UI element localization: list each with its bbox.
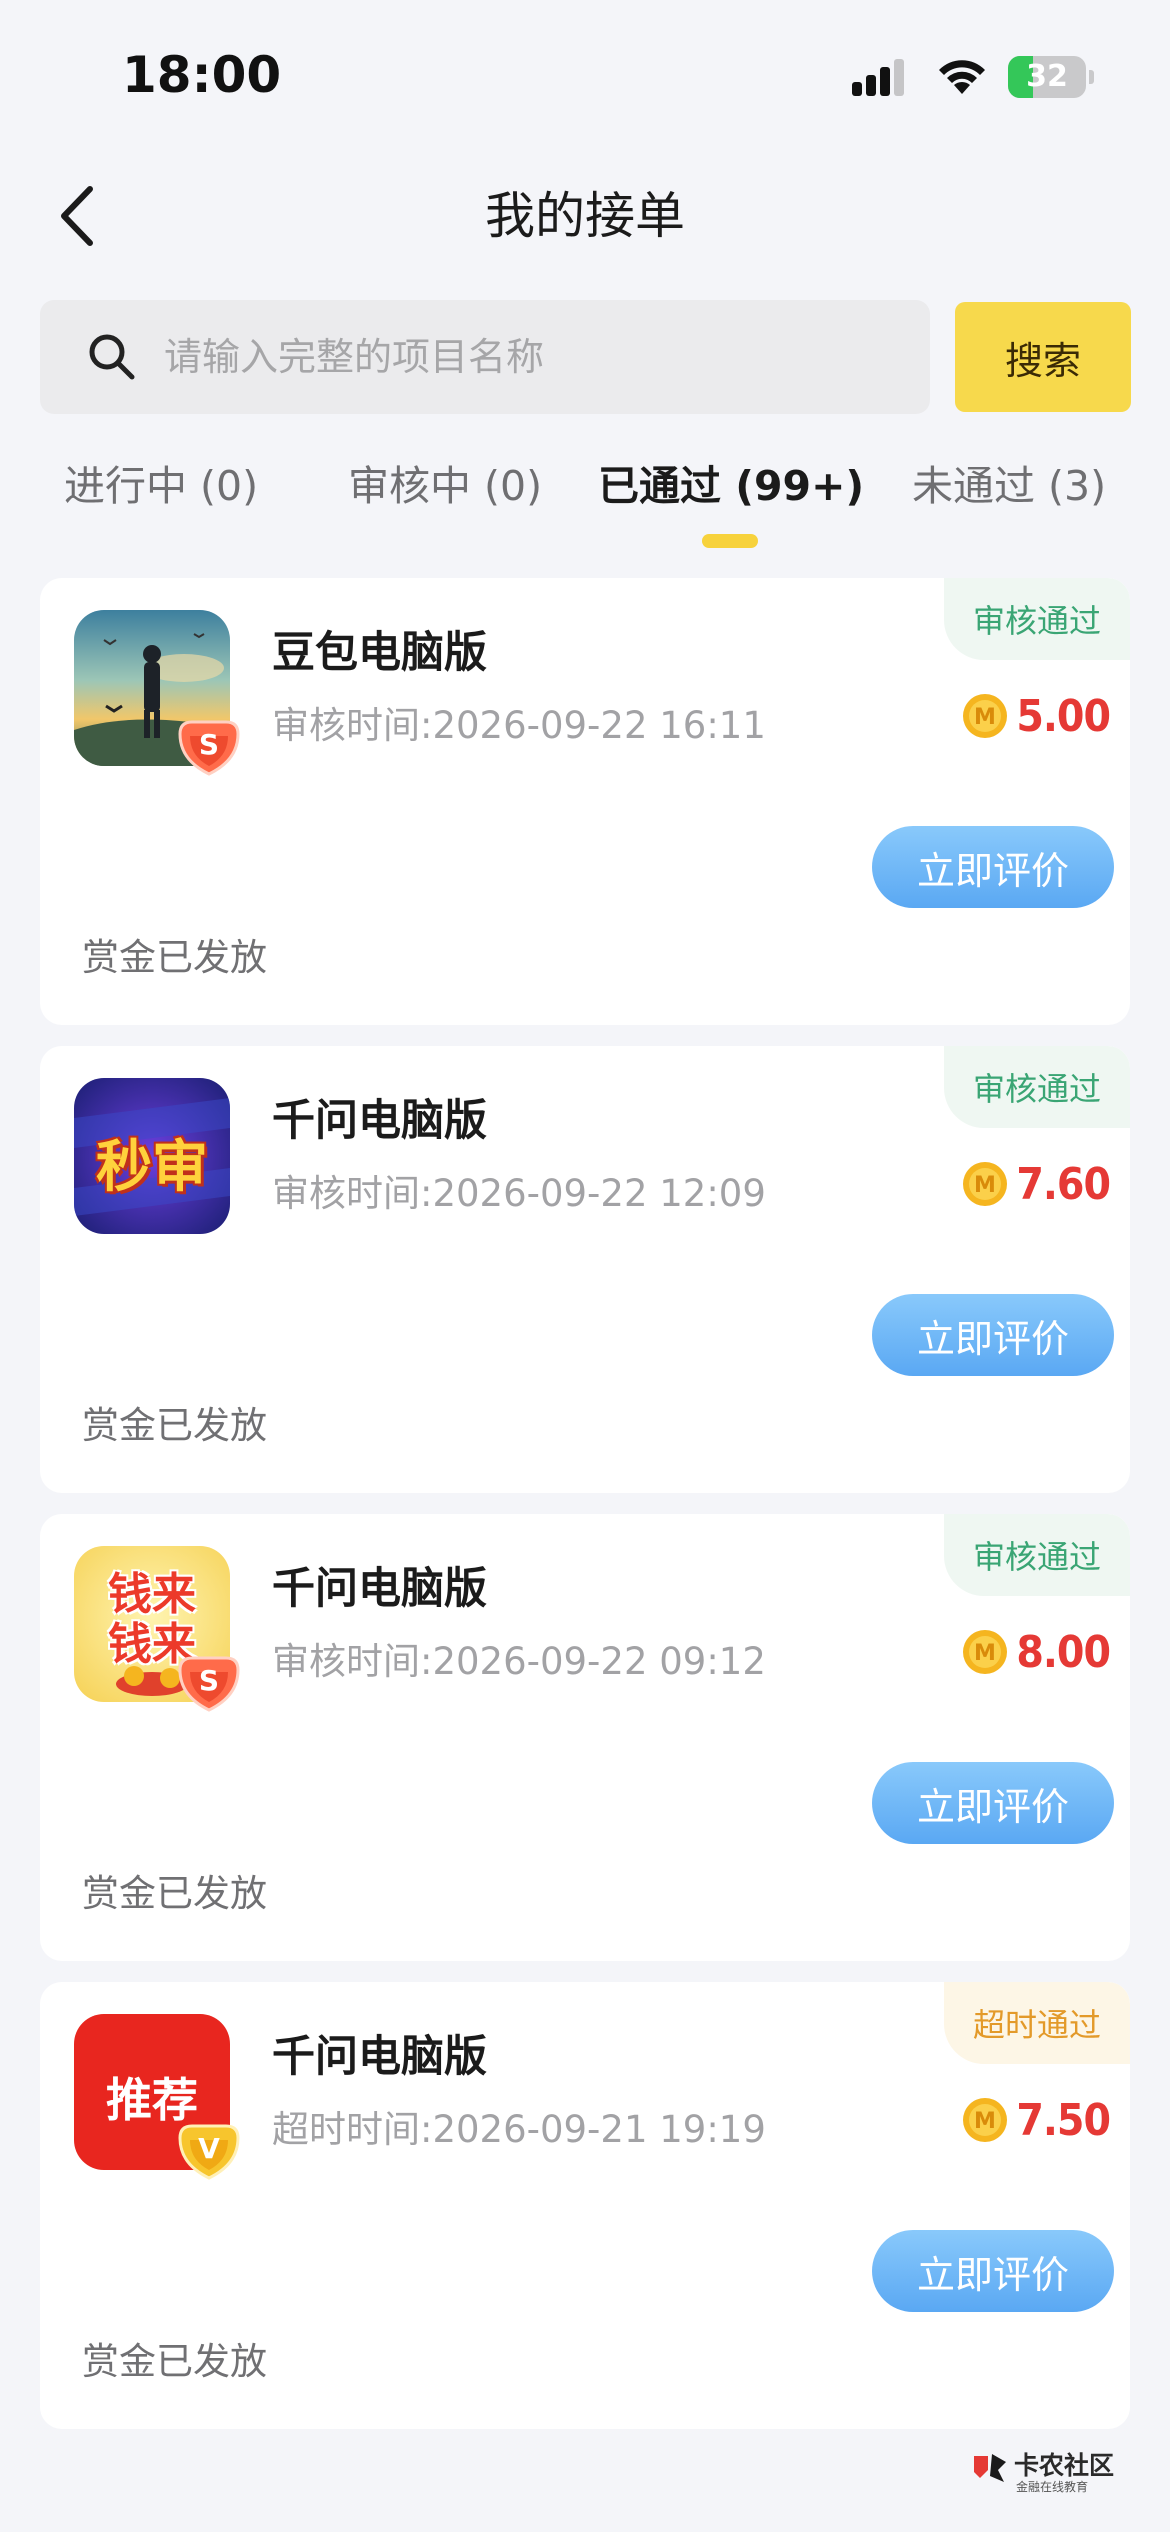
coin-icon: M [963, 1630, 1008, 1674]
status-tabs: 进行中 (0) 审核中 (0) 已通过 (99+) 未通过 (3) [0, 450, 1170, 560]
rate-now-button[interactable]: 立即评价 [872, 826, 1114, 908]
status-badge: 审核通过 [944, 1514, 1130, 1596]
app-name: 豆包电脑版 [272, 628, 487, 678]
reward-amount: 5.00 [1016, 690, 1111, 742]
badge-letter: V [198, 2132, 220, 2165]
search-button[interactable]: 搜索 [955, 302, 1131, 412]
search-icon [89, 334, 135, 380]
status-badge: 审核通过 [944, 1046, 1130, 1128]
svg-text:M: M [974, 705, 996, 730]
badge-letter: S [198, 1664, 220, 1697]
rate-now-button[interactable]: 立即评价 [872, 1294, 1114, 1376]
review-time: 超时时间:2026-09-21 19:19 [272, 2108, 766, 2151]
svg-text:M: M [974, 2109, 996, 2134]
review-time: 审核时间:2026-09-22 12:09 [272, 1172, 766, 1215]
rate-now-button[interactable]: 立即评价 [872, 2230, 1114, 2312]
page-title: 我的接单 [485, 187, 685, 245]
review-time: 审核时间:2026-09-22 09:12 [272, 1640, 766, 1683]
order-card[interactable]: 审核通过 钱来 钱来 S 千问电脑版 审核时间:2026-09-22 09:12 [40, 1514, 1130, 1961]
miaoshen-icon: 秒审 [74, 1078, 230, 1234]
payout-status: 赏金已发放 [82, 1404, 267, 1447]
order-card[interactable]: 审核通过 秒审 千问电脑版 审核时间:2026-09-22 12:09 M 7.… [40, 1046, 1130, 1493]
order-card[interactable]: 超时通过 推荐 V 千问电脑版 超时时间:2026-09-21 19:19 M … [40, 1982, 1130, 2429]
watermark-subtitle: 金融在线教育 [1016, 2480, 1089, 2494]
icon-label: 秒审 [96, 1135, 208, 1200]
tab-approved[interactable]: 已通过 (99+) [598, 450, 864, 530]
watermark-title: 卡农社区 [1014, 2451, 1115, 2480]
status-time: 18:00 [122, 46, 282, 104]
reward: M 5.00 [962, 684, 1111, 748]
rate-now-button[interactable]: 立即评价 [872, 1762, 1114, 1844]
battery-level: 32 [1026, 59, 1068, 94]
qianlai-icon: 钱来 钱来 S [74, 1546, 240, 1712]
coin-icon: M [963, 694, 1008, 738]
search-input[interactable] [164, 300, 930, 414]
reward: M 8.00 [962, 1620, 1111, 1684]
search-box[interactable] [40, 300, 930, 414]
kanong-logo-icon [974, 2454, 1006, 2482]
landscape-art-icon: S [74, 610, 240, 776]
svg-text:M: M [974, 1641, 996, 1666]
app-name: 千问电脑版 [272, 2032, 487, 2082]
payout-status: 赏金已发放 [82, 2340, 267, 2383]
status-badge: 超时通过 [944, 1982, 1130, 2064]
reward-amount: 8.00 [1016, 1626, 1111, 1678]
reward: M 7.60 [962, 1152, 1111, 1216]
order-card[interactable]: 审核通过 S 豆包电脑版 审核时间:2026-09-22 16:11 M 5.0… [40, 578, 1130, 1025]
active-tab-indicator [702, 534, 758, 548]
app-name: 千问电脑版 [272, 1096, 487, 1146]
coin-icon: M [963, 2098, 1008, 2142]
review-time: 审核时间:2026-09-22 16:11 [272, 704, 766, 747]
wifi-icon [939, 60, 985, 94]
app-name: 千问电脑版 [272, 1564, 487, 1614]
svg-text:M: M [974, 1173, 996, 1198]
payout-status: 赏金已发放 [82, 936, 267, 979]
signal-icon [852, 59, 904, 96]
status-badge: 审核通过 [944, 578, 1130, 660]
watermark: 卡农社区 金融在线教育 [970, 2440, 1140, 2500]
reward-amount: 7.50 [1016, 2094, 1111, 2146]
battery-indicator: 32 [1008, 56, 1094, 98]
tab-in-progress[interactable]: 进行中 (0) [64, 450, 258, 530]
coin-icon: M [963, 1162, 1008, 1206]
payout-status: 赏金已发放 [82, 1872, 267, 1915]
badge-letter: S [198, 728, 220, 761]
tab-rejected[interactable]: 未通过 (3) [912, 450, 1106, 530]
reward: M 7.50 [962, 2088, 1111, 2152]
status-bar: 18:00 32 [0, 0, 1170, 150]
tuijian-icon: 推荐 V [74, 2014, 240, 2180]
reward-amount: 7.60 [1016, 1158, 1111, 1210]
tab-under-review[interactable]: 审核中 (0) [348, 450, 542, 530]
